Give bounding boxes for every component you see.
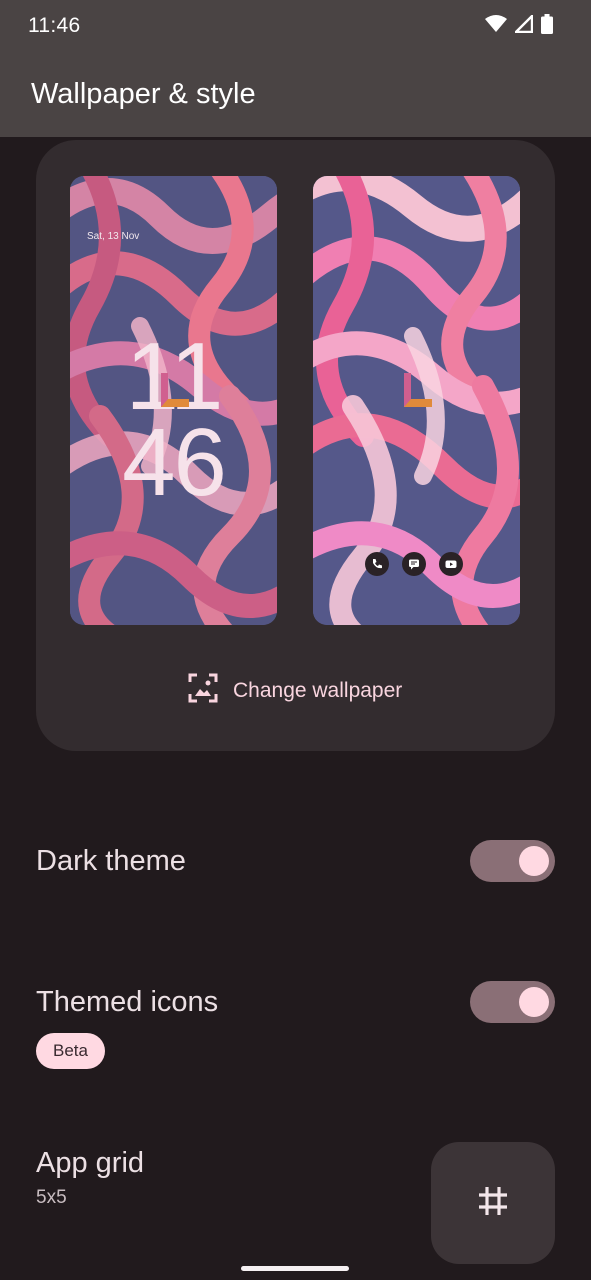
wallpaper-icon	[188, 673, 218, 708]
home-screen-dock	[365, 552, 463, 576]
themed-icons-label: Themed icons	[36, 986, 219, 1018]
app-bar: Wallpaper & style	[0, 56, 591, 137]
themed-icons-toggle[interactable]	[470, 981, 555, 1023]
lock-clock-minutes: 46	[122, 409, 227, 516]
toggle-thumb	[519, 987, 549, 1017]
youtube-icon	[439, 552, 463, 576]
home-screen-preview[interactable]	[313, 176, 520, 625]
dark-theme-toggle[interactable]	[470, 840, 555, 882]
signal-icon	[513, 13, 534, 38]
status-time: 11:46	[28, 14, 81, 37]
app-grid-label: App grid	[36, 1147, 145, 1179]
lock-screen-clock: 11 46	[70, 329, 277, 516]
status-icons	[485, 13, 553, 39]
beta-badge: Beta	[36, 1033, 105, 1069]
change-wallpaper-button[interactable]: Change wallpaper	[188, 673, 402, 708]
wallpaper-preview-card: Sat, 13 Nov 11 46 Change wallpaper	[36, 140, 555, 751]
launcher-logo-icon	[161, 373, 189, 407]
grid-icon	[476, 1184, 510, 1223]
change-wallpaper-label: Change wallpaper	[233, 678, 403, 702]
launcher-logo-icon	[404, 373, 432, 407]
toggle-thumb	[519, 846, 549, 876]
battery-icon	[541, 14, 553, 39]
lock-screen-preview[interactable]: Sat, 13 Nov 11 46	[70, 176, 277, 625]
page-title: Wallpaper & style	[31, 78, 256, 110]
lock-screen-date: Sat, 13 Nov	[87, 231, 140, 242]
status-bar: 11:46	[0, 0, 591, 56]
app-grid-button[interactable]	[431, 1142, 555, 1264]
wifi-icon	[485, 15, 507, 38]
dark-theme-label: Dark theme	[36, 845, 186, 877]
gesture-nav-handle[interactable]	[241, 1266, 349, 1271]
messages-icon	[402, 552, 426, 576]
app-grid-value: 5x5	[36, 1187, 67, 1208]
phone-icon	[365, 552, 389, 576]
